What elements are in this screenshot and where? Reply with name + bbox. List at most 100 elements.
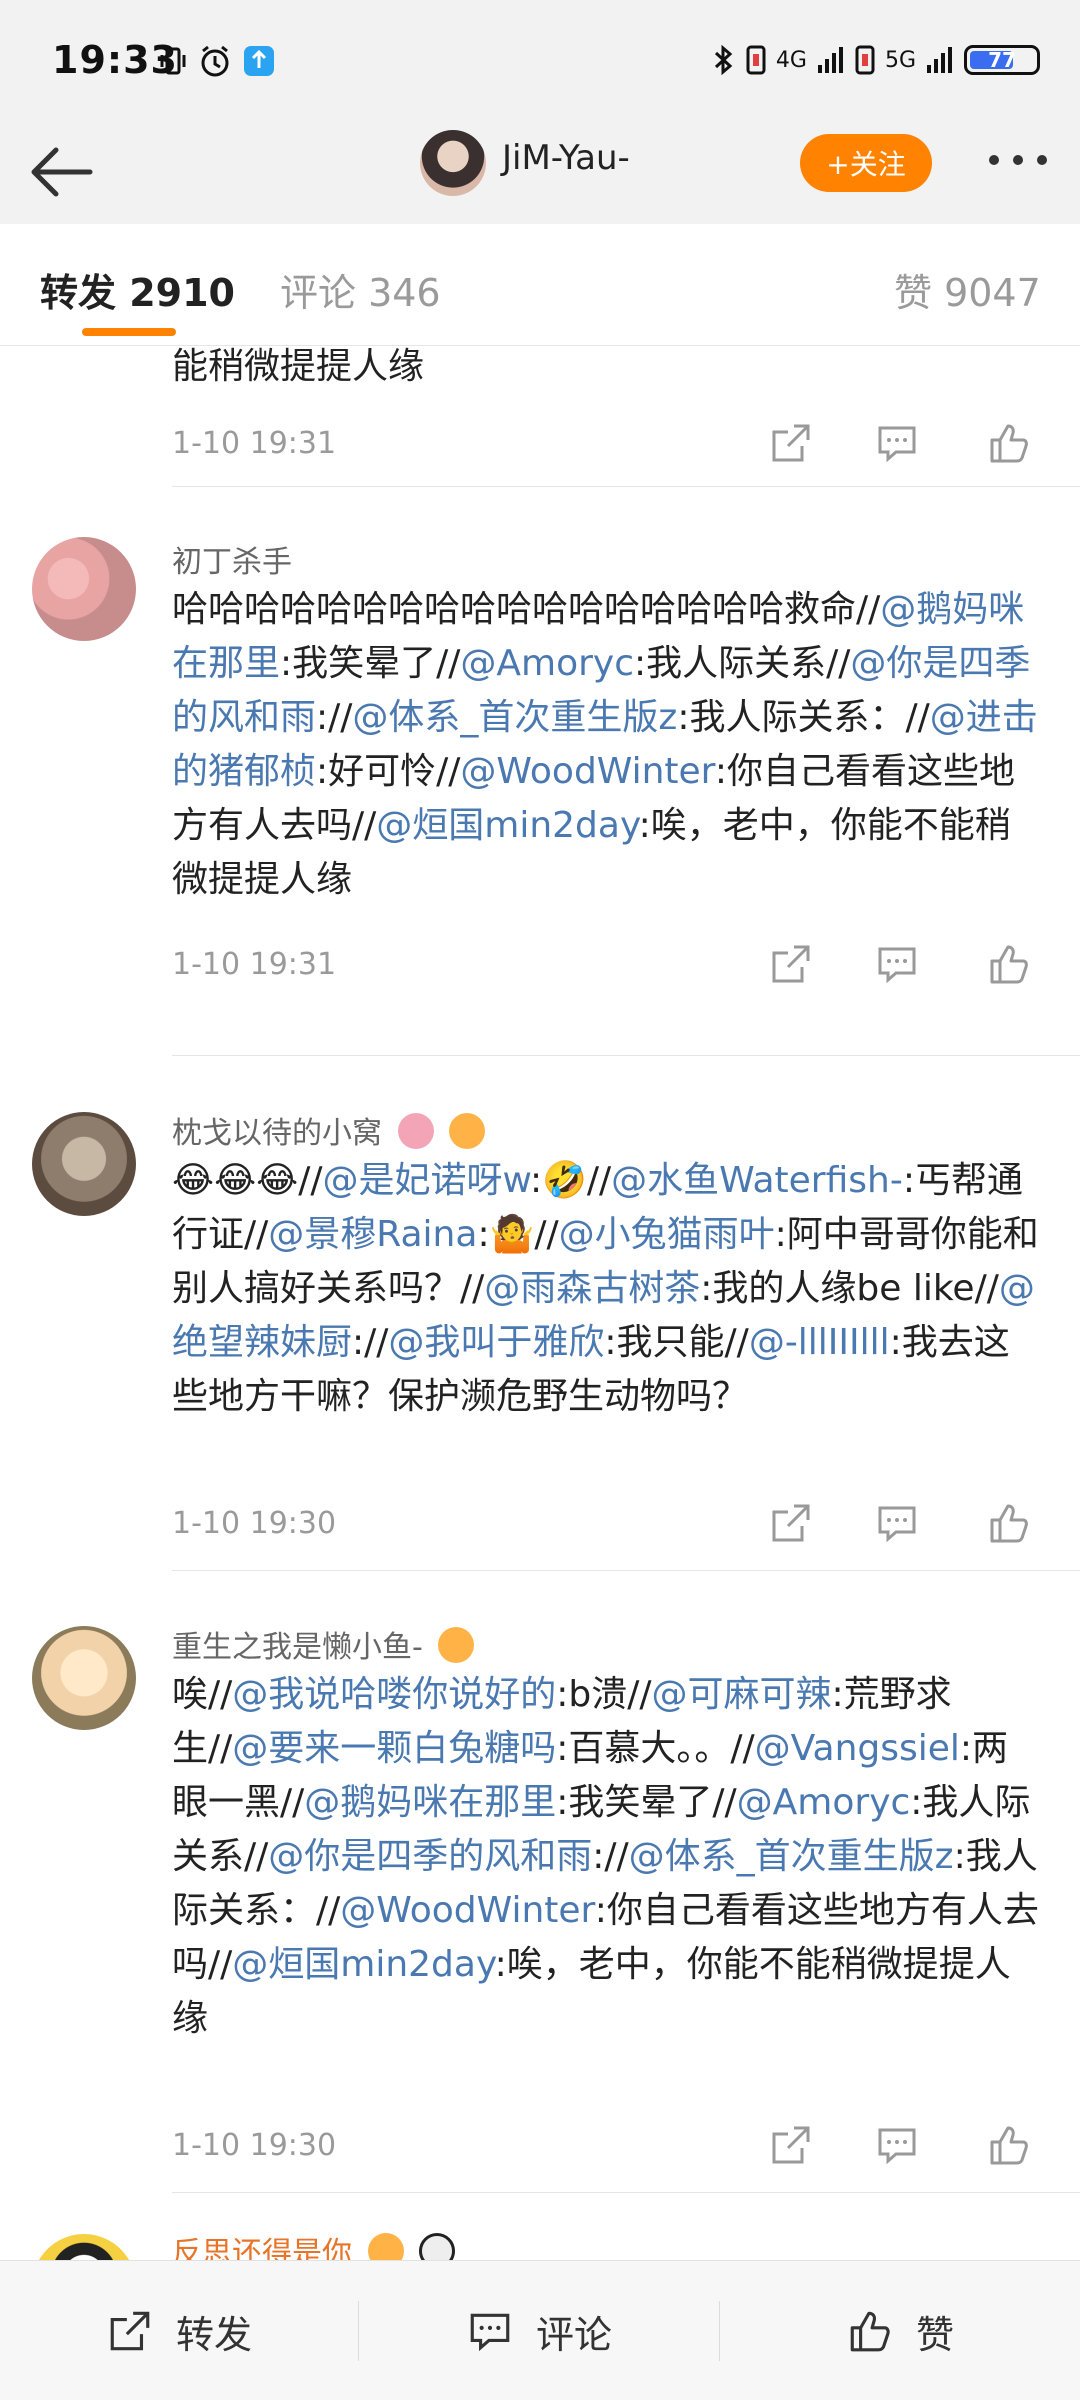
divider: [172, 2192, 1080, 2193]
mention-link[interactable]: @Amoryc: [460, 643, 634, 684]
back-arrow-icon: [31, 147, 93, 197]
mention-link[interactable]: @你是四季的风和雨: [268, 1836, 592, 1877]
fish-badge-icon: [438, 1627, 475, 1663]
like-action[interactable]: [986, 941, 1032, 987]
bottom-like-button[interactable]: 赞: [720, 2261, 1080, 2400]
list-item[interactable]: 初丁杀手 哈哈哈哈哈哈哈哈哈哈哈哈哈哈哈哈哈救命//@鹅妈咪在那里:我笑晕了//…: [0, 487, 1080, 1057]
list-item[interactable]: 枕戈以待的小窝 😂😂😂//@是妃诺呀w:🤣//@水鱼Waterfish-:丐帮通…: [0, 1058, 1080, 1571]
status-bar: 19:33 4G 5G 77: [0, 0, 1080, 120]
repost-username[interactable]: 枕戈以待的小窝: [172, 1108, 486, 1152]
mention-link[interactable]: @烜国min2day: [376, 805, 638, 846]
repost-text-segment: :好可怜//: [316, 751, 461, 792]
bottom-repost-button[interactable]: 转发: [0, 2261, 358, 2400]
battery-icon: 77: [964, 45, 1040, 75]
network-4g-label: 4G: [775, 47, 807, 73]
thumbs-up-icon: [850, 2311, 890, 2352]
repost-username[interactable]: 反思还得是你: [172, 2228, 456, 2260]
list-item[interactable]: 重生之我是懒小鱼- 唉//@我说哈喽你说好的:b溃//@可麻可辣:荒野求生//@…: [0, 1572, 1080, 2194]
repost-text-segment: 😂😂😂: [172, 1160, 299, 1201]
repost-text-segment: ://: [352, 1322, 389, 1363]
repost-action[interactable]: [768, 941, 814, 987]
comment-action[interactable]: [874, 2122, 920, 2168]
mention-link[interactable]: @WoodWinter: [460, 751, 714, 792]
repost-text-segment: :我笑晕了//: [556, 1782, 737, 1823]
username-text: 反思还得是你: [172, 2236, 352, 2260]
header-username[interactable]: JiM-Yau-: [502, 138, 630, 178]
username-text: 枕戈以待的小窝: [172, 1116, 382, 1151]
more-button[interactable]: [986, 140, 1050, 180]
comment-action[interactable]: [874, 941, 920, 987]
mention-link[interactable]: @Vangssiel: [755, 1728, 960, 1769]
repost-text-segment: 唉//: [172, 1674, 233, 1715]
mention-link[interactable]: @景穆Raina: [268, 1214, 477, 1255]
mention-link[interactable]: @鹅妈咪在那里: [304, 1782, 556, 1823]
share-icon: [110, 2311, 150, 2351]
mention-link[interactable]: @烜国min2day: [232, 1944, 494, 1985]
share-icon: [772, 945, 810, 983]
repost-text-segment: ://: [592, 1836, 629, 1877]
comment-icon: [878, 426, 916, 463]
item-actions: [760, 1500, 1060, 1550]
mention-link[interactable]: @是妃诺呀w: [322, 1160, 529, 1201]
repost-text: 哈哈哈哈哈哈哈哈哈哈哈哈哈哈哈哈哈救命//@鹅妈咪在那里:我笑晕了//@Amor…: [172, 583, 1044, 907]
avatar[interactable]: [32, 1112, 136, 1216]
thumbs-up-icon: [990, 945, 1028, 984]
mention-link[interactable]: @Amoryc: [737, 1782, 911, 1823]
tab-repost[interactable]: 转发 2910: [40, 262, 235, 317]
repost-text-segment: :我笑晕了//: [280, 643, 461, 684]
repost-action[interactable]: [768, 420, 814, 466]
fish-badge-icon: [449, 1113, 486, 1149]
vibrate-icon: [160, 47, 186, 75]
mention-link[interactable]: @水鱼Waterfish-: [611, 1160, 903, 1201]
repost-text-segment: :百慕大。。//: [556, 1728, 755, 1769]
item-actions: [760, 2122, 1060, 2172]
repost-time: 1-10 19:30: [172, 2128, 337, 2163]
mention-link[interactable]: @-lllIIIlll: [749, 1322, 890, 1363]
repost-text-segment: :我人际关系：//: [677, 697, 930, 738]
like-action[interactable]: [986, 420, 1032, 466]
mention-link[interactable]: @小兔猫雨叶: [559, 1214, 775, 1255]
follow-button[interactable]: +关注: [800, 134, 932, 192]
status-right-icons: 4G 5G 77: [712, 44, 1040, 76]
username-text: 重生之我是懒小鱼-: [172, 1630, 423, 1665]
like-action[interactable]: [986, 2122, 1032, 2168]
repost-text: 😂😂😂//@是妃诺呀w:🤣//@水鱼Waterfish-:丐帮通行证//@景穆R…: [172, 1154, 1044, 1424]
comment-action[interactable]: [874, 1500, 920, 1546]
item-actions: [760, 941, 1060, 991]
thumbs-up-icon: [990, 2126, 1028, 2165]
like-action[interactable]: [986, 1500, 1032, 1546]
repost-username[interactable]: 重生之我是懒小鱼-: [172, 1622, 475, 1666]
mention-link[interactable]: @雨森古树茶: [484, 1268, 700, 1309]
avatar[interactable]: [420, 130, 486, 196]
mention-link[interactable]: @要来一颗白兔糖吗: [232, 1728, 556, 1769]
comment-action[interactable]: [874, 420, 920, 466]
tab-comment[interactable]: 评论 346: [280, 262, 441, 317]
mention-link[interactable]: @体系_首次重生版z: [352, 697, 677, 738]
bottom-comment-button[interactable]: 评论: [359, 2261, 719, 2400]
repost-text-segment: //: [298, 1160, 323, 1201]
panda-badge-icon: [419, 2233, 456, 2260]
avatar[interactable]: [32, 2234, 136, 2260]
repost-action[interactable]: [768, 2122, 814, 2168]
avatar[interactable]: [32, 537, 136, 641]
thumbs-up-icon: [990, 1504, 1028, 1543]
mention-link[interactable]: @我说哈喽你说好的: [232, 1674, 556, 1715]
bottom-comment-label: 评论: [535, 2312, 612, 2357]
repost-text-segment: :我只能//: [604, 1322, 749, 1363]
repost-list[interactable]: 能稍微提提人缘 1-10 19:31 初丁杀手 哈哈哈哈哈哈哈哈哈哈哈哈哈哈哈哈…: [0, 346, 1080, 2260]
mention-link[interactable]: @我叫于雅欣: [388, 1322, 604, 1363]
repost-text: 能稍微提提人缘: [172, 346, 425, 387]
tab-like[interactable]: 赞 9047: [894, 262, 1041, 317]
back-button[interactable]: [26, 140, 96, 204]
repost-username[interactable]: 初丁杀手: [172, 537, 292, 581]
mention-link[interactable]: @WoodWinter: [340, 1890, 594, 1931]
more-dots-icon: [989, 155, 1047, 165]
avatar[interactable]: [32, 1626, 136, 1730]
network-5g-label: 5G: [884, 47, 916, 73]
repost-action[interactable]: [768, 1500, 814, 1546]
list-item[interactable]: 反思还得是你: [0, 2198, 1080, 2260]
pig-badge-icon: [397, 1113, 434, 1149]
mention-link[interactable]: @体系_首次重生版z: [629, 1836, 954, 1877]
mention-link[interactable]: @可麻可辣: [652, 1674, 832, 1715]
bottom-action-bar: 转发 评论 赞: [0, 2260, 1080, 2400]
